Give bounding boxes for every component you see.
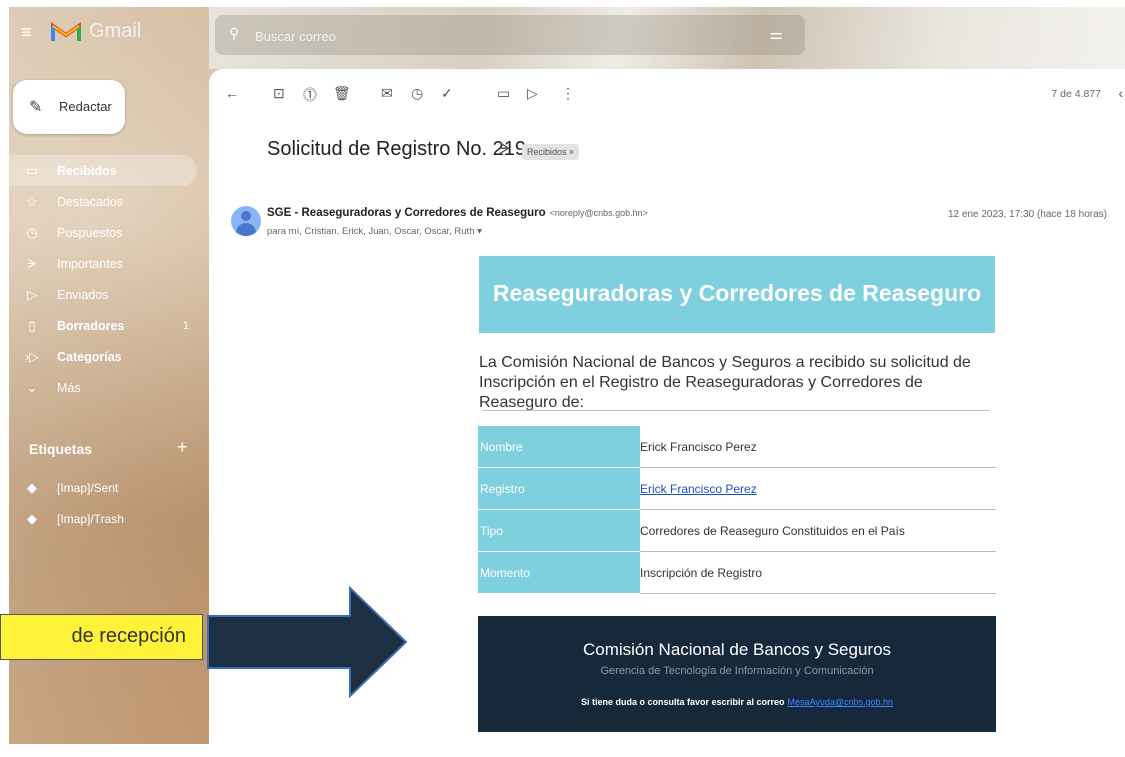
label-icon[interactable]: ▷ — [527, 85, 538, 102]
clock-icon: ◷ — [26, 224, 38, 240]
back-arrow-icon[interactable]: ← — [225, 85, 239, 101]
important-marker-icon[interactable]: ᗒ — [499, 141, 511, 159]
footer-email-link[interactable]: MesaAyuda@cnbs.gob.hn — [788, 697, 894, 707]
search-options-icon[interactable]: ⚌ — [770, 25, 783, 43]
avatar[interactable] — [231, 206, 261, 236]
inbox-label-chip[interactable]: Recibidos × — [522, 144, 580, 160]
move-to-icon[interactable]: ▭ — [497, 85, 510, 102]
delete-icon[interactable]: 🗑︎ — [333, 85, 351, 102]
divider — [483, 410, 989, 411]
sidebar-item-label: Categorías — [57, 349, 122, 364]
more-options-icon[interactable]: ⋮ — [561, 85, 575, 102]
search-input[interactable] — [253, 24, 677, 48]
sidebar-item-snoozed[interactable]: ◷ Pospuestos — [9, 217, 209, 248]
annotation-callout: de recepción — [0, 614, 203, 660]
inbox-icon: ▭ — [25, 162, 39, 178]
sidebar-item-label: Borradores — [57, 318, 125, 333]
menu-icon[interactable]: ≡ — [21, 23, 39, 41]
sidebar-item-label: Recibidos — [57, 163, 117, 178]
label-item-name: [Imap]/Trash — [57, 512, 124, 526]
sidebar-item-sent[interactable]: ▷ Enviados — [9, 279, 209, 310]
labels-heading: Etiquetas — [29, 441, 93, 457]
callout-text: de recepción — [71, 625, 186, 647]
label-item-sent[interactable]: ◆ [Imap]/Sent — [9, 474, 118, 502]
banner-title: Reaseguradoras y Corredores de Reaseguro — [492, 280, 982, 306]
footer-department: Gerencia de Tecnología de Información y … — [600, 665, 874, 677]
sidebar-item-important[interactable]: ᗒ Importantes — [9, 248, 209, 279]
email-footer: Comisión Nacional de Bancos y Seguros Ge… — [478, 616, 996, 732]
footer-contact-text: Si tiene duda o consulta favor escribir … — [580, 697, 785, 707]
table-value: Corredores de Reaseguro Constituidos en … — [640, 509, 996, 552]
footer-organization: Comisión Nacional de Bancos y Seguros — [582, 640, 892, 659]
footer-contact: Si tiene duda o consulta favor escribir … — [478, 697, 996, 707]
table-value: Erick Francisco Perez — [640, 467, 996, 510]
table-key: Momento — [478, 551, 640, 594]
table-row: Registro Erick Francisco Perez — [478, 467, 996, 510]
table-value: Inscripción de Registro — [640, 551, 996, 594]
email-banner: Reaseguradoras y Corredores de Reaseguro — [479, 256, 995, 333]
chevron-down-icon: ⌄ — [26, 379, 38, 395]
message-toolbar: ← ⊡ ⓵ 🗑︎ ✉ ◷ ✓ ▭ ▷ ⋮ 7 de 4.877 ‹ — [209, 69, 1125, 117]
label-tag-icon: ◆ — [27, 480, 37, 495]
table-row: Tipo Corredores de Reaseguro Constituido… — [478, 509, 996, 552]
label-icon: ›▷ — [24, 348, 40, 364]
message-subject: Solicitud de Registro No. 219 — [267, 138, 527, 160]
sender-line: SGE - Reaseguradoras y Corredores de Rea… — [267, 207, 648, 219]
sidebar-item-label: Enviados — [57, 287, 109, 302]
gmail-logo-icon — [51, 22, 81, 41]
sender-name: SGE - Reaseguradoras y Corredores de Rea… — [267, 207, 546, 219]
search-icon[interactable]: ⚲ — [229, 25, 239, 42]
sidebar-nav: ▭ Recibidos ☆ Destacados ◷ Pospuestos ᗒ … — [9, 155, 209, 403]
compose-label: Redactar — [59, 99, 112, 114]
add-label-icon[interactable]: + — [177, 437, 188, 458]
search-bar[interactable]: ⚲ ⚌ — [215, 15, 805, 55]
label-tag-icon: ◆ — [27, 511, 37, 526]
report-spam-icon[interactable]: ⓵ — [303, 85, 317, 105]
mark-unread-icon[interactable]: ✉ — [381, 85, 393, 102]
important-icon: ᗒ — [27, 255, 37, 271]
drafts-count: 1 — [182, 319, 189, 332]
registration-link[interactable]: Erick Francisco Perez — [640, 482, 757, 496]
pager-count: 7 de 4.877 — [1051, 88, 1101, 100]
table-row: Momento Inscripción de Registro — [478, 551, 996, 594]
email-intro: La Comisión Nacional de Bancos y Seguros… — [479, 354, 971, 411]
message-date: 12 ene 2023, 17:30 (hace 18 horas) — [947, 209, 1107, 220]
label-item-trash[interactable]: ◆ [Imap]/Trash — [9, 505, 124, 533]
snooze-icon[interactable]: ◷ — [411, 85, 423, 102]
send-icon: ▷ — [27, 286, 37, 302]
compose-button[interactable]: ✎ Redactar — [13, 80, 125, 134]
label-item-name: [Imap]/Sent — [57, 481, 119, 495]
archive-icon[interactable]: ⊡ — [273, 85, 285, 102]
sidebar-item-label: Destacados — [57, 194, 124, 209]
sidebar-item-starred[interactable]: ☆ Destacados — [9, 186, 209, 217]
sidebar-item-label: Importantes — [57, 256, 124, 271]
draft-icon: ▯ — [28, 317, 36, 333]
add-task-icon[interactable]: ✓ — [441, 85, 453, 102]
table-value: Erick Francisco Perez — [640, 426, 996, 468]
table-key: Nombre — [478, 426, 640, 468]
pencil-icon: ✎ — [29, 99, 43, 116]
registration-table: Nombre Erick Francisco Perez Registro Er… — [478, 426, 996, 594]
chevron-left-icon[interactable]: ‹ — [1118, 85, 1123, 101]
star-icon: ☆ — [26, 193, 38, 209]
sidebar-item-more[interactable]: ⌄ Más — [9, 372, 209, 403]
sidebar-item-categories[interactable]: ›▷ Categorías — [9, 341, 209, 372]
table-row: Nombre Erick Francisco Perez — [478, 426, 996, 468]
sidebar-item-drafts[interactable]: ▯ Borradores 1 — [9, 310, 209, 341]
sidebar-item-label: Pospuestos — [57, 225, 123, 240]
recipients-line[interactable]: para mí, Cristian, Erick, Juan, Oscar, O… — [267, 226, 482, 237]
sender-email: <noreply@cnbs.gob.hn> — [549, 208, 648, 218]
sidebar-item-inbox[interactable]: ▭ Recibidos — [9, 155, 197, 186]
sidebar-item-label: Más — [57, 380, 81, 395]
table-key: Registro — [478, 467, 640, 510]
annotation-arrow-icon — [207, 586, 408, 698]
table-key: Tipo — [478, 509, 640, 552]
app-name: Gmail — [89, 20, 142, 42]
